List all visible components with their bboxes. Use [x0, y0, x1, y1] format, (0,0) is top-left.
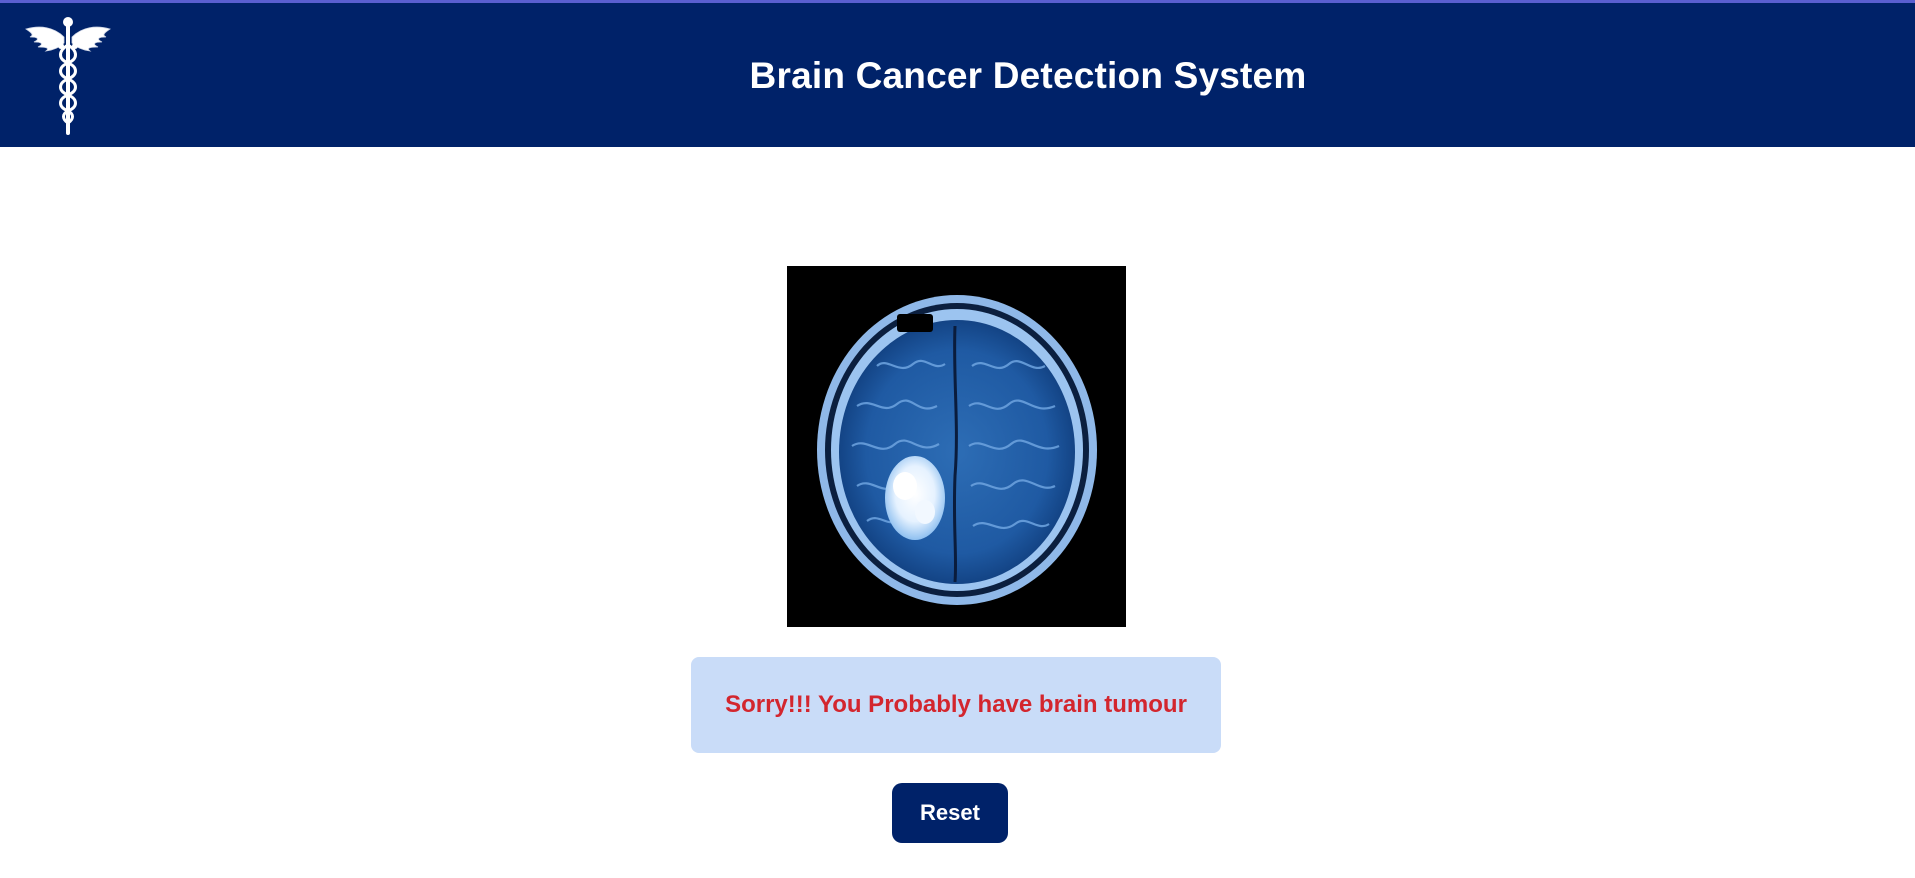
result-alert: Sorry!!! You Probably have brain tumour	[691, 657, 1221, 753]
result-message: Sorry!!! You Probably have brain tumour	[725, 691, 1187, 718]
reset-button[interactable]: Reset	[892, 783, 1008, 843]
brain-mri-scan-image	[787, 266, 1126, 627]
page-title: Brain Cancer Detection System	[749, 55, 1307, 96]
header-bar: Brain Cancer Detection System	[0, 0, 1915, 147]
